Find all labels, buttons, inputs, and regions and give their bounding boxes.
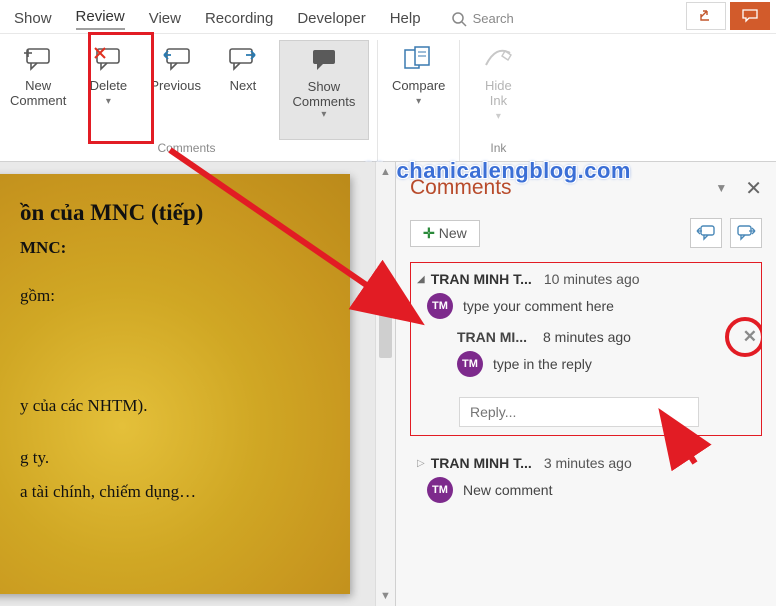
reply-text: type in the reply bbox=[493, 356, 592, 372]
group-label-ink: Ink bbox=[468, 141, 528, 159]
comment-time: 3 minutes ago bbox=[544, 455, 632, 471]
chevron-down-icon: ▾ bbox=[106, 96, 111, 107]
next-comment-nav[interactable] bbox=[730, 218, 762, 248]
group-label-comments: Comments bbox=[4, 141, 369, 159]
delete-reply-icon[interactable]: ✕ bbox=[743, 327, 757, 347]
menu-view[interactable]: View bbox=[149, 10, 181, 27]
previous-label: Previous bbox=[150, 78, 201, 93]
workspace: ồn của MNC (tiếp) MNC: gồm: y của các NH… bbox=[0, 162, 776, 606]
reply-time: 8 minutes ago bbox=[543, 329, 631, 345]
scroll-up-icon[interactable]: ▲ bbox=[380, 166, 391, 178]
scroll-down-icon[interactable]: ▼ bbox=[380, 590, 391, 602]
comment-author: TRAN MINH T... bbox=[431, 455, 532, 471]
comment-text: New comment bbox=[463, 482, 552, 498]
next-label: Next bbox=[230, 78, 257, 93]
share-icon bbox=[698, 8, 714, 24]
compare-button[interactable]: Compare ▾ bbox=[386, 40, 451, 140]
hide-ink-icon bbox=[480, 44, 516, 74]
comment-time: 10 minutes ago bbox=[544, 271, 640, 287]
avatar: TM bbox=[427, 293, 453, 319]
new-comment-pane-label: New bbox=[439, 225, 467, 241]
slide-line: a tài chính, chiếm dụng… bbox=[20, 482, 328, 502]
slide-area: ồn của MNC (tiếp) MNC: gồm: y của các NH… bbox=[0, 162, 396, 606]
compare-icon bbox=[401, 44, 437, 74]
reply-author: TRAN MI... bbox=[457, 329, 527, 345]
chevron-down-icon: ▾ bbox=[496, 111, 501, 122]
share-button[interactable] bbox=[686, 2, 726, 30]
search-label: Search bbox=[473, 11, 514, 26]
comment-icon bbox=[742, 9, 758, 23]
compare-label: Compare bbox=[392, 78, 445, 93]
pane-close-icon[interactable]: ✕ bbox=[745, 176, 762, 201]
group-label-compare bbox=[386, 141, 451, 159]
previous-comment-button[interactable]: Previous bbox=[144, 40, 207, 140]
collapse-icon[interactable]: ◢ bbox=[417, 274, 425, 285]
collapse-icon[interactable]: ▷ bbox=[417, 458, 425, 469]
chevron-down-icon: ▾ bbox=[321, 109, 326, 120]
slide: ồn của MNC (tiếp) MNC: gồm: y của các NH… bbox=[0, 174, 350, 594]
new-comment-label: New Comment bbox=[10, 78, 66, 108]
pane-menu-icon[interactable]: ▼ bbox=[715, 181, 727, 195]
scroll-thumb[interactable] bbox=[379, 288, 392, 358]
watermark-text: Mechanicalengblog.com bbox=[365, 158, 631, 184]
delete-comment-button[interactable]: Delete ▾ bbox=[78, 40, 138, 140]
reply-input[interactable] bbox=[459, 397, 699, 427]
slide-title: ồn của MNC (tiếp) bbox=[20, 200, 328, 226]
plus-icon: ✛ bbox=[423, 225, 435, 242]
hide-ink-label: Hide Ink bbox=[485, 78, 512, 108]
comment-author: TRAN MINH T... bbox=[431, 271, 532, 287]
next-bubble-icon bbox=[736, 224, 756, 242]
search-icon bbox=[451, 11, 467, 27]
chevron-down-icon: ▾ bbox=[416, 96, 421, 107]
title-comments-button[interactable] bbox=[730, 2, 770, 30]
menu-recording[interactable]: Recording bbox=[205, 10, 273, 27]
new-comment-icon bbox=[20, 44, 56, 74]
show-comments-icon bbox=[306, 45, 342, 75]
menu-show[interactable]: Show bbox=[14, 10, 52, 27]
prev-comment-nav[interactable] bbox=[690, 218, 722, 248]
ribbon: New Comment Delete ▾ Previous Next bbox=[0, 34, 776, 162]
comment-thread[interactable]: ◢ TRAN MINH T... 10 minutes ago TM type … bbox=[410, 262, 762, 436]
menu-bar: Show Review View Recording Developer Hel… bbox=[0, 0, 776, 34]
next-comment-button[interactable]: Next bbox=[213, 40, 273, 140]
previous-icon bbox=[158, 44, 194, 74]
new-comment-pane-button[interactable]: ✛ New bbox=[410, 220, 480, 247]
next-icon bbox=[225, 44, 261, 74]
hide-ink-button[interactable]: Hide Ink ▾ bbox=[468, 40, 528, 140]
menu-help[interactable]: Help bbox=[390, 10, 421, 27]
delete-comment-icon bbox=[90, 44, 126, 74]
delete-comment-label: Delete bbox=[90, 78, 128, 93]
prev-bubble-icon bbox=[696, 224, 716, 242]
avatar: TM bbox=[427, 477, 453, 503]
comment-text: type your comment here bbox=[463, 298, 614, 314]
search-box[interactable]: Search bbox=[451, 11, 514, 27]
comments-pane: Comments ▼ ✕ ✛ New bbox=[396, 162, 776, 606]
thread-list: ◢ TRAN MINH T... 10 minutes ago TM type … bbox=[410, 262, 762, 606]
menu-developer[interactable]: Developer bbox=[297, 10, 365, 27]
slide-line: y của các NHTM). bbox=[20, 396, 328, 416]
show-comments-button[interactable]: Show Comments ▾ bbox=[279, 40, 369, 140]
slide-subtitle: MNC: bbox=[20, 238, 328, 258]
show-comments-label: Show Comments bbox=[293, 79, 356, 109]
menu-review[interactable]: Review bbox=[76, 8, 125, 30]
slide-scrollbar[interactable]: ▲ ▼ bbox=[375, 162, 395, 606]
slide-line: g ty. bbox=[20, 448, 328, 468]
avatar: TM bbox=[457, 351, 483, 377]
comment-thread[interactable]: ▷ TRAN MINH T... 3 minutes ago TM New co… bbox=[410, 446, 762, 522]
new-comment-button[interactable]: New Comment bbox=[4, 40, 72, 140]
scroll-track[interactable] bbox=[376, 178, 395, 590]
slide-line: gồm: bbox=[20, 286, 328, 306]
